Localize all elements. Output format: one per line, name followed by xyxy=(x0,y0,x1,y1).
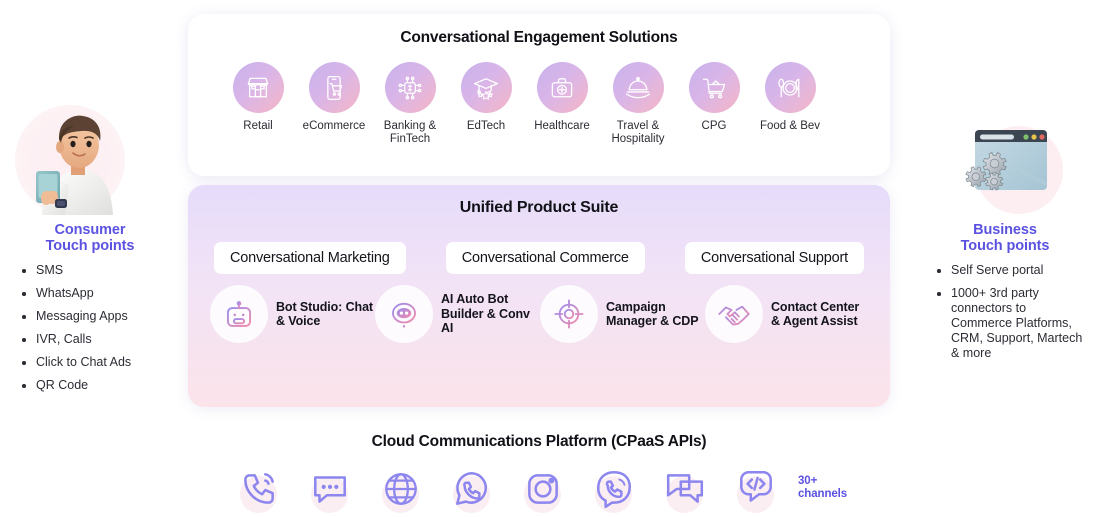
globe-web-icon[interactable] xyxy=(370,462,441,514)
industry-label: Travel & Hospitality xyxy=(611,120,665,145)
industry-item[interactable]: Food & Bev xyxy=(752,62,828,146)
channel-count-label: 30+ channels xyxy=(798,475,847,501)
conversational-pill[interactable]: Conversational Marketing xyxy=(214,242,406,274)
consumer-touchpoint-item: SMS xyxy=(18,263,170,278)
cutlery-plate-icon xyxy=(764,62,816,113)
instagram-icon[interactable] xyxy=(512,462,583,514)
consumer-avatar xyxy=(15,105,125,215)
diagram-stage: Consumer Touch points SMS WhatsApp Messagi… xyxy=(0,0,1095,517)
api-code-bubble-icon[interactable] xyxy=(725,462,796,514)
fintech-chip-icon xyxy=(384,62,436,113)
product-label: Campaign Manager & CDP xyxy=(606,299,699,329)
conversational-pill-group: Conversational Marketing Conversational C… xyxy=(214,242,864,274)
business-touchpoints-title: Business Touch points xyxy=(915,222,1095,254)
business-touchpoint-item: Self Serve portal xyxy=(933,263,1085,278)
robot-icon xyxy=(210,285,268,343)
target-crosshair-icon xyxy=(540,285,598,343)
consumer-title-line2: Touch points xyxy=(45,238,135,254)
channel-count-line2: channels xyxy=(798,488,848,500)
product-item[interactable]: AI Auto Bot Builder & Conv AI xyxy=(375,285,540,343)
business-illustration xyxy=(945,118,1065,214)
industry-item[interactable]: Banking & FinTech xyxy=(372,62,448,146)
industry-label: Healthcare xyxy=(534,120,590,132)
consumer-touchpoint-item: Click to Chat Ads xyxy=(18,355,170,370)
sms-chat-bubble-icon[interactable] xyxy=(299,462,370,514)
industry-label: CPG xyxy=(701,120,727,132)
person-with-phone-illustration xyxy=(36,115,113,215)
product-label: AI Auto Bot Builder & Conv AI xyxy=(441,292,530,336)
business-title-line2: Touch points xyxy=(960,238,1050,254)
consumer-touchpoints-column: Consumer Touch points SMS WhatsApp Messagi… xyxy=(0,0,180,517)
consumer-touchpoint-item: WhatsApp xyxy=(18,286,170,301)
viber-icon[interactable] xyxy=(583,462,654,514)
industry-item[interactable]: CPG xyxy=(676,62,752,146)
industry-item[interactable]: Travel & Hospitality xyxy=(600,62,676,146)
industry-item[interactable]: Healthcare xyxy=(524,62,600,146)
graduation-cap-icon xyxy=(460,62,512,113)
room-service-tray-icon xyxy=(612,62,664,113)
consumer-touchpoint-item: Messaging Apps xyxy=(18,309,170,324)
browser-window-with-gears-illustration xyxy=(965,130,1047,191)
industry-item[interactable]: Retail xyxy=(220,62,296,146)
consumer-touchpoint-item: IVR, Calls xyxy=(18,332,170,347)
industry-list: Retail eCommerce Banking & FinTech EdTech He… xyxy=(188,62,890,146)
business-touchpoints-list: Self Serve portal 1000+ 3rd party connect… xyxy=(933,263,1085,369)
consumer-touchpoints-list: SMS WhatsApp Messaging Apps IVR, Calls Click… xyxy=(18,263,170,401)
product-item[interactable]: Bot Studio: Chat & Voice xyxy=(210,285,375,343)
conversational-pill[interactable]: Conversational Support xyxy=(684,242,864,274)
product-list: Bot Studio: Chat & Voice AI Auto Bot Buil… xyxy=(210,285,870,343)
product-label: Bot Studio: Chat & Voice xyxy=(276,299,373,329)
industry-label: EdTech xyxy=(466,120,506,132)
chat-messages-icon[interactable] xyxy=(654,462,725,514)
cpaas-title: Cloud Communications Platform (CPaaS API… xyxy=(371,433,707,450)
voice-call-icon[interactable] xyxy=(228,462,299,514)
industry-label: Banking & FinTech xyxy=(383,120,437,145)
industry-item[interactable]: eCommerce xyxy=(296,62,372,146)
industry-label: Food & Bev xyxy=(759,120,821,132)
business-title-line1: Business xyxy=(973,222,1037,238)
unified-product-suite-card: Unified Product Suite Conversational Mar… xyxy=(188,185,890,407)
consumer-title-line1: Consumer xyxy=(54,222,126,238)
whatsapp-icon[interactable] xyxy=(441,462,512,514)
handshake-icon xyxy=(705,285,763,343)
industry-label: Retail xyxy=(243,120,273,132)
cpaas-channel-list: 30+ channels xyxy=(228,462,868,514)
conversational-pill[interactable]: Conversational Commerce xyxy=(445,242,645,274)
consumer-touchpoints-title: Consumer Touch points xyxy=(0,222,180,254)
mobile-cart-icon xyxy=(308,62,360,113)
product-item[interactable]: Contact Center & Agent Assist xyxy=(705,285,870,343)
storefront-icon xyxy=(232,62,284,113)
industry-label: eCommerce xyxy=(302,120,366,132)
ai-bot-face-icon xyxy=(375,285,433,343)
shopping-cart-icon xyxy=(688,62,740,113)
product-item[interactable]: Campaign Manager & CDP xyxy=(540,285,705,343)
industry-item[interactable]: EdTech xyxy=(448,62,524,146)
conversational-engagement-solutions-card: Conversational Engagement Solutions Reta… xyxy=(188,14,890,176)
suite-card-title: Unified Product Suite xyxy=(459,199,619,216)
business-touchpoint-item: 1000+ 3rd party connectors to Commerce P… xyxy=(933,286,1085,361)
solutions-card-title: Conversational Engagement Solutions xyxy=(400,29,678,46)
product-label: Contact Center & Agent Assist xyxy=(771,299,860,329)
consumer-touchpoint-item: QR Code xyxy=(18,378,170,393)
channel-count-line1: 30+ xyxy=(798,475,818,487)
business-touchpoints-column: Business Touch points Self Serve portal 1… xyxy=(915,0,1095,517)
medical-kit-icon xyxy=(536,62,588,113)
